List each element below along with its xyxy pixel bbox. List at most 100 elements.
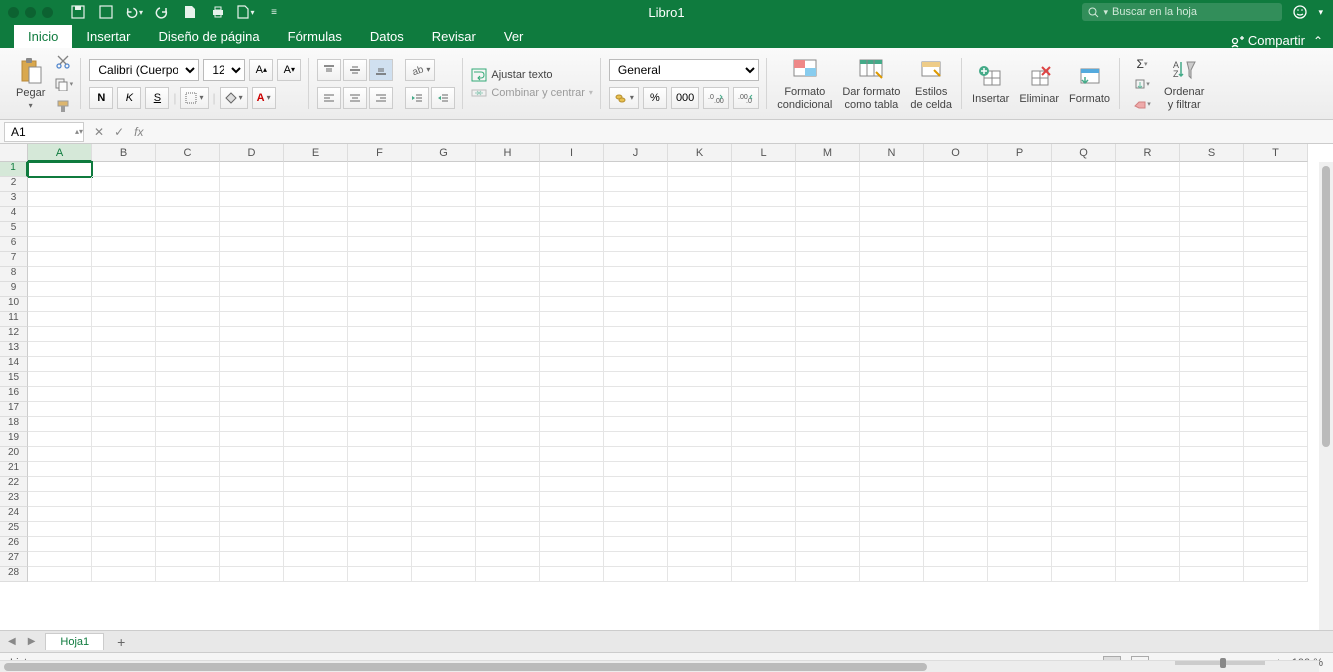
cell[interactable] [796, 162, 860, 177]
cell[interactable] [1116, 312, 1180, 327]
row-header[interactable]: 8 [0, 267, 28, 282]
cell[interactable] [988, 372, 1052, 387]
cell[interactable] [92, 252, 156, 267]
cell[interactable] [924, 252, 988, 267]
cell[interactable] [1116, 252, 1180, 267]
cell[interactable] [156, 507, 220, 522]
cell[interactable] [988, 432, 1052, 447]
cell[interactable] [924, 567, 988, 582]
cell[interactable] [860, 552, 924, 567]
cell[interactable] [284, 282, 348, 297]
cell[interactable] [28, 372, 92, 387]
cell[interactable] [1244, 267, 1308, 282]
cell[interactable] [476, 207, 540, 222]
cell[interactable] [1180, 432, 1244, 447]
cell[interactable] [1116, 222, 1180, 237]
cell[interactable] [540, 342, 604, 357]
cell[interactable] [668, 342, 732, 357]
column-header[interactable]: A [28, 144, 92, 162]
cell[interactable] [924, 207, 988, 222]
cell[interactable] [1244, 552, 1308, 567]
column-header[interactable]: D [220, 144, 284, 162]
cell[interactable] [476, 177, 540, 192]
comma-button[interactable]: 000 [671, 87, 699, 109]
cell[interactable] [796, 462, 860, 477]
autosum-button[interactable]: Σ▾ [1128, 55, 1156, 73]
cell[interactable] [156, 357, 220, 372]
cell[interactable] [860, 237, 924, 252]
cell[interactable] [92, 507, 156, 522]
cell[interactable] [796, 312, 860, 327]
cell[interactable] [284, 447, 348, 462]
cell[interactable] [860, 567, 924, 582]
cell[interactable] [540, 162, 604, 177]
cell[interactable] [988, 387, 1052, 402]
cell[interactable] [924, 522, 988, 537]
cell[interactable] [284, 222, 348, 237]
clear-button[interactable]: ▾ [1128, 95, 1156, 113]
cell[interactable] [220, 207, 284, 222]
cell[interactable] [412, 492, 476, 507]
cell[interactable] [540, 312, 604, 327]
align-left-button[interactable] [317, 87, 341, 109]
cell[interactable] [604, 177, 668, 192]
search-box[interactable]: ▾ Buscar en la hoja [1082, 3, 1282, 21]
cell[interactable] [668, 492, 732, 507]
cell[interactable] [92, 372, 156, 387]
cell[interactable] [1244, 162, 1308, 177]
sort-filter-button[interactable]: AZ Ordenar y filtrar [1162, 56, 1206, 110]
cell[interactable] [92, 357, 156, 372]
cell[interactable] [604, 447, 668, 462]
cell[interactable] [476, 492, 540, 507]
cell[interactable] [1180, 222, 1244, 237]
undo-icon[interactable]: ▾ [125, 3, 143, 21]
cell[interactable] [540, 537, 604, 552]
cell[interactable] [412, 537, 476, 552]
cell[interactable] [860, 282, 924, 297]
cell[interactable] [668, 162, 732, 177]
cell[interactable] [668, 387, 732, 402]
cell[interactable] [220, 342, 284, 357]
cell[interactable] [92, 477, 156, 492]
cell[interactable] [988, 447, 1052, 462]
cell[interactable] [860, 507, 924, 522]
sheet-tab[interactable]: Hoja1 [45, 633, 104, 650]
cell[interactable] [796, 222, 860, 237]
cell[interactable] [348, 267, 412, 282]
cell[interactable] [284, 342, 348, 357]
cell[interactable] [1052, 477, 1116, 492]
cell[interactable] [220, 267, 284, 282]
row-header[interactable]: 11 [0, 312, 28, 327]
cell[interactable] [732, 372, 796, 387]
cell[interactable] [860, 477, 924, 492]
row-header[interactable]: 2 [0, 177, 28, 192]
cell[interactable] [412, 297, 476, 312]
cell[interactable] [540, 417, 604, 432]
cell[interactable] [1116, 477, 1180, 492]
row-header[interactable]: 21 [0, 462, 28, 477]
cell[interactable] [412, 522, 476, 537]
cell[interactable] [1116, 357, 1180, 372]
increase-decimal-button[interactable]: .0.00 [703, 87, 729, 109]
cell[interactable] [28, 342, 92, 357]
cell[interactable] [604, 477, 668, 492]
cell[interactable] [92, 432, 156, 447]
borders-button[interactable] [180, 87, 208, 109]
row-header[interactable]: 15 [0, 372, 28, 387]
cell[interactable] [668, 477, 732, 492]
cell[interactable] [988, 297, 1052, 312]
cell[interactable] [476, 477, 540, 492]
cell[interactable] [92, 267, 156, 282]
cell[interactable] [860, 447, 924, 462]
cell[interactable] [860, 327, 924, 342]
cell[interactable] [924, 237, 988, 252]
cell[interactable] [92, 402, 156, 417]
cell[interactable] [1244, 237, 1308, 252]
cell[interactable] [604, 432, 668, 447]
cell[interactable] [1052, 372, 1116, 387]
cell[interactable] [28, 492, 92, 507]
cell[interactable] [668, 327, 732, 342]
cell[interactable] [412, 162, 476, 177]
cell[interactable] [1244, 312, 1308, 327]
cell[interactable] [284, 432, 348, 447]
